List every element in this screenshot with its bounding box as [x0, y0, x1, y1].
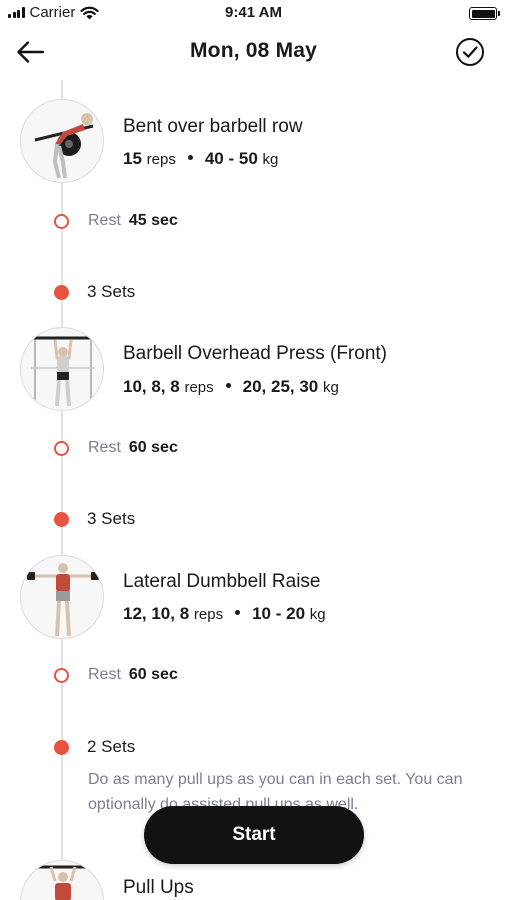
sets-marker — [54, 511, 69, 527]
exercise-thumbnail-bent-over-row[interactable] — [20, 99, 104, 183]
weight-value: 20, 25, 30 — [242, 377, 319, 396]
reps-value: 10, 8, 8 — [123, 377, 180, 396]
sets-label: 2 Sets — [87, 737, 136, 756]
sets-marker — [54, 284, 69, 300]
sets-row: 2 Sets — [54, 736, 135, 758]
exercise-name[interactable]: Lateral Dumbbell Raise — [123, 571, 321, 593]
exercise-thumbnail-lateral-raise[interactable] — [20, 555, 104, 639]
separator-dot — [225, 383, 231, 389]
status-time: 9:41 AM — [225, 4, 282, 21]
nav-bar: Mon, 08 May — [0, 26, 507, 80]
page-title: Mon, 08 May — [189, 39, 318, 62]
rest-label: Rest — [88, 212, 121, 229]
rest-value: 60 sec — [128, 439, 178, 456]
reps-value: 12, 10, 8 — [123, 604, 190, 623]
sets-marker — [54, 739, 69, 755]
lateral-raise-illustration — [27, 563, 99, 637]
weight-unit: kg — [309, 606, 326, 623]
rest-row: Rest 45 sec — [54, 211, 178, 231]
weight-value: 40 - 50 — [204, 149, 258, 168]
bent-over-row-illustration — [34, 113, 94, 179]
pull-ups-illustration — [31, 865, 95, 900]
start-button[interactable]: Start — [144, 806, 364, 864]
overhead-press-illustration — [27, 336, 99, 410]
sets-label: 3 Sets — [87, 509, 136, 528]
exercise-name[interactable]: Bent over barbell row — [123, 116, 303, 138]
exercise-thumbnail-pull-ups[interactable] — [20, 860, 104, 900]
separator-dot — [187, 155, 193, 161]
rest-value: 60 sec — [128, 666, 178, 683]
sets-label: 3 Sets — [87, 282, 136, 301]
exercise-detail: 12, 10, 8 reps 10 - 20 kg — [123, 604, 326, 624]
reps-unit: reps — [193, 606, 224, 623]
rest-marker — [54, 667, 69, 683]
separator-dot — [235, 610, 241, 616]
rest-label: Rest — [88, 439, 121, 456]
exercise-detail: 15 reps 40 - 50 kg — [123, 149, 278, 169]
sets-row: 3 Sets — [54, 281, 135, 303]
rest-row: Rest 60 sec — [54, 438, 178, 458]
rest-label: Rest — [88, 666, 121, 683]
weight-unit: kg — [323, 379, 339, 396]
weight-value: 10 - 20 — [252, 604, 306, 623]
exercise-name[interactable]: Pull Ups — [123, 877, 194, 899]
rest-row: Rest 60 sec — [54, 665, 178, 685]
reps-value: 15 — [123, 149, 142, 168]
reps-unit: reps — [184, 379, 214, 396]
exercise-thumbnail-overhead-press[interactable] — [20, 327, 104, 411]
rest-marker — [54, 440, 69, 456]
rest-value: 45 sec — [128, 212, 178, 229]
battery-icon — [469, 7, 500, 20]
rest-marker — [54, 213, 69, 229]
exercise-name[interactable]: Barbell Overhead Press (Front) — [123, 343, 387, 365]
timeline-line — [61, 80, 63, 900]
reps-unit: reps — [146, 151, 176, 168]
status-bar: Carrier 9:41 AM — [0, 0, 507, 26]
exercise-detail: 10, 8, 8 reps 20, 25, 30 kg — [123, 377, 339, 397]
weight-unit: kg — [262, 151, 279, 168]
check-circle-icon[interactable] — [455, 37, 485, 67]
sets-row: 3 Sets — [54, 508, 135, 530]
